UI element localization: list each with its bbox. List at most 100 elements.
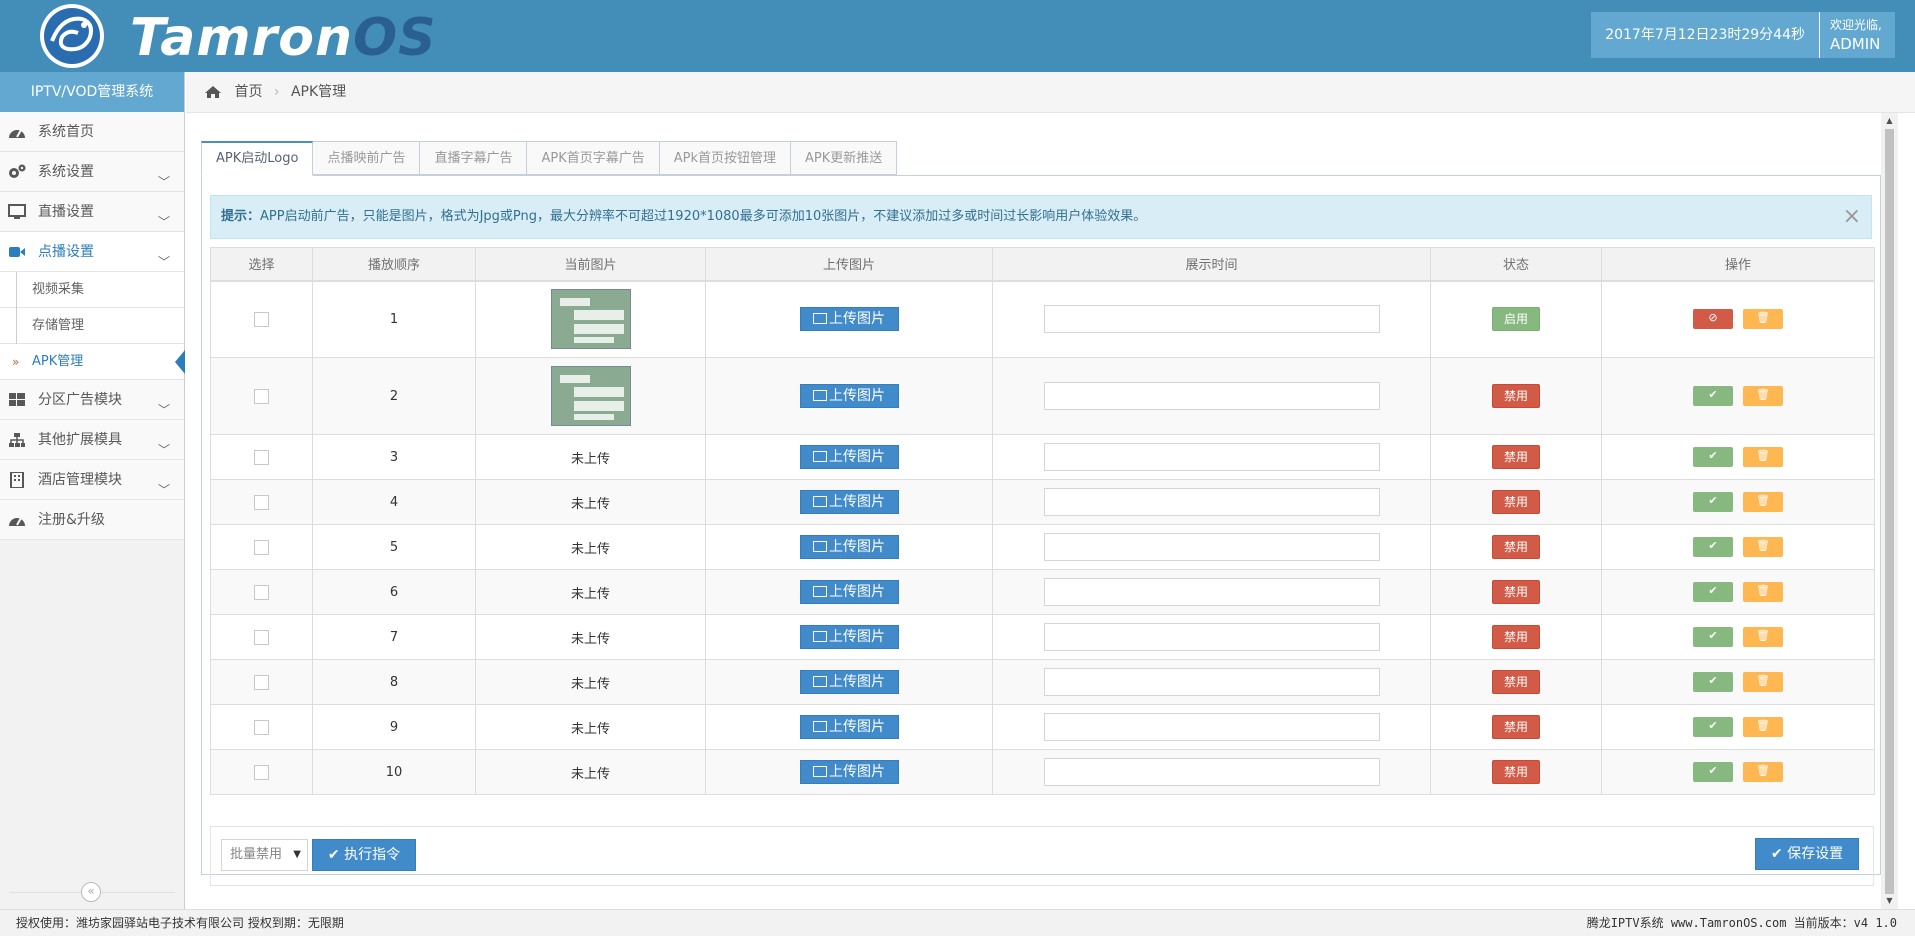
delete-button[interactable]: 🗑 — [1743, 447, 1783, 467]
display-time-input[interactable] — [1043, 443, 1380, 471]
tab-vod-preroll-ads[interactable]: 点播映前广告 — [312, 141, 421, 175]
logo-thumbnail[interactable] — [550, 289, 631, 350]
scroll-down-arrow-icon[interactable]: ▼ — [1881, 893, 1898, 909]
user-menu[interactable]: 欢迎光临, ADMIN — [1820, 12, 1895, 58]
tab-apk-home-subtitle-ads[interactable]: APK首页字幕广告 — [526, 141, 660, 175]
delete-button[interactable]: 🗑 — [1743, 762, 1783, 782]
image-cell: 未上传 — [475, 704, 706, 750]
row-checkbox[interactable] — [254, 764, 269, 780]
enable-button[interactable]: ✔ — [1693, 627, 1733, 647]
actions-cell: ✔ 🗑 — [1601, 659, 1875, 705]
row-checkbox[interactable] — [254, 388, 269, 404]
upload-image-button[interactable]: 上传图片 — [799, 490, 899, 514]
display-time-input[interactable] — [1043, 305, 1380, 334]
display-time-input[interactable] — [1043, 668, 1380, 696]
enable-button[interactable]: ✔ — [1693, 537, 1733, 557]
picture-icon — [813, 676, 827, 687]
display-time-cell — [992, 704, 1431, 750]
display-time-cell — [992, 569, 1431, 615]
sidebar-subitem-video-capture[interactable]: 视频采集 — [0, 272, 184, 308]
table-row: 9 未上传 上传图片 禁用 ✔ 🗑 — [210, 704, 1875, 750]
display-time-input[interactable] — [1043, 623, 1380, 651]
upload-image-button[interactable]: 上传图片 — [799, 307, 899, 332]
scroll-up-arrow-icon[interactable]: ▲ — [1881, 113, 1898, 129]
delete-button[interactable]: 🗑 — [1743, 386, 1783, 406]
gears-icon — [9, 164, 26, 178]
dashboard-icon — [9, 517, 25, 526]
row-checkbox[interactable] — [254, 674, 269, 690]
tab-apk-update-push[interactable]: APK更新推送 — [790, 141, 898, 175]
upload-image-button[interactable]: 上传图片 — [799, 384, 899, 408]
enable-button[interactable]: ✔ — [1693, 672, 1733, 692]
delete-button[interactable]: 🗑 — [1743, 717, 1783, 737]
delete-button[interactable]: 🗑 — [1743, 492, 1783, 512]
sidebar-subitem-apk[interactable]: » APK管理 — [0, 344, 185, 380]
upload-image-button[interactable]: 上传图片 — [799, 580, 899, 604]
row-checkbox[interactable] — [254, 719, 269, 735]
sidebar-item-home[interactable]: 系统首页 — [0, 112, 184, 152]
delete-button[interactable]: 🗑 — [1743, 537, 1783, 557]
sidebar-item-live-settings[interactable]: 直播设置 ﹀ — [0, 192, 184, 232]
row-checkbox[interactable] — [254, 494, 269, 510]
sidebar-item-system-settings[interactable]: 系统设置 ﹀ — [0, 152, 184, 192]
enable-button[interactable]: ✔ — [1693, 386, 1733, 406]
tab-apk-home-buttons[interactable]: APk首页按钮管理 — [658, 141, 791, 175]
upload-image-button[interactable]: 上传图片 — [799, 535, 899, 559]
upload-image-button[interactable]: 上传图片 — [799, 670, 899, 694]
delete-button[interactable]: 🗑 — [1743, 672, 1783, 692]
enable-button[interactable]: ✔ — [1693, 762, 1733, 782]
display-time-input[interactable] — [1043, 488, 1380, 516]
display-time-input[interactable] — [1043, 578, 1380, 606]
sidebar-item-label: 其他扩展模具 — [38, 432, 122, 448]
sidebar-item-vod-settings[interactable]: 点播设置 ﹀ — [0, 232, 184, 272]
tree-line — [16, 272, 17, 308]
display-time-input[interactable] — [1043, 382, 1380, 410]
save-button[interactable]: ✔ 保存设置 — [1755, 838, 1859, 870]
upload-image-button[interactable]: 上传图片 — [799, 445, 899, 469]
sidebar-collapse-button[interactable]: « — [81, 882, 101, 902]
row-checkbox[interactable] — [254, 584, 269, 600]
sidebar-item-register-upgrade[interactable]: 注册&升级 — [0, 500, 184, 540]
enable-button[interactable]: ✔ — [1693, 582, 1733, 602]
row-checkbox[interactable] — [254, 449, 269, 465]
breadcrumb-home-link[interactable]: 首页 — [234, 84, 262, 100]
execute-button[interactable]: ✔ 执行指令 — [312, 839, 416, 871]
column-header: 播放顺序 — [312, 247, 476, 282]
scrollbar-thumb[interactable] — [1885, 129, 1894, 894]
select-cell — [210, 280, 313, 358]
enable-button[interactable]: ✔ — [1693, 492, 1733, 512]
display-time-cell — [992, 479, 1431, 525]
display-time-input[interactable] — [1043, 533, 1380, 561]
upload-image-button[interactable]: 上传图片 — [799, 715, 899, 739]
tab-apk-startup-logo[interactable]: APK启动Logo — [201, 141, 314, 176]
sidebar-item-zone-ads[interactable]: 分区广告模块 ﹀ — [0, 380, 184, 420]
delete-button[interactable]: 🗑 — [1743, 309, 1783, 330]
picture-icon — [813, 721, 827, 732]
enable-button[interactable]: ✔ — [1693, 717, 1733, 737]
disable-button[interactable]: ⊘ — [1693, 309, 1733, 330]
status-badge: 启用 — [1492, 307, 1540, 332]
close-icon[interactable]: × — [1843, 196, 1861, 238]
sidebar-subitem-storage[interactable]: 存储管理 — [0, 308, 184, 344]
sidebar-item-extensions[interactable]: 其他扩展模具 ﹀ — [0, 420, 184, 460]
status-cell: 启用 — [1430, 280, 1602, 358]
video-camera-icon — [9, 247, 25, 257]
tab-live-subtitle-ads[interactable]: 直播字幕广告 — [419, 141, 528, 175]
logo-thumbnail[interactable] — [550, 366, 631, 426]
display-time-input[interactable] — [1043, 713, 1380, 741]
row-checkbox[interactable] — [254, 539, 269, 555]
breadcrumb: 首页 › APK管理 — [186, 72, 1915, 113]
delete-button[interactable]: 🗑 — [1743, 582, 1783, 602]
check-icon: ✔ — [1770, 846, 1783, 862]
row-checkbox[interactable] — [254, 629, 269, 645]
batch-action-select[interactable]: 批量禁用 ▼ — [221, 839, 308, 871]
row-checkbox[interactable] — [254, 311, 269, 327]
vertical-scrollbar[interactable]: ▲ ▼ — [1881, 113, 1898, 909]
enable-button[interactable]: ✔ — [1693, 447, 1733, 467]
upload-image-button[interactable]: 上传图片 — [799, 625, 899, 649]
display-time-input[interactable] — [1043, 758, 1380, 786]
sidebar-item-hotel[interactable]: 酒店管理模块 ﹀ — [0, 460, 184, 500]
upload-image-button[interactable]: 上传图片 — [799, 760, 899, 784]
delete-button[interactable]: 🗑 — [1743, 627, 1783, 647]
header-datetime: 2017年7月12日23时29分44秒 — [1591, 12, 1820, 58]
